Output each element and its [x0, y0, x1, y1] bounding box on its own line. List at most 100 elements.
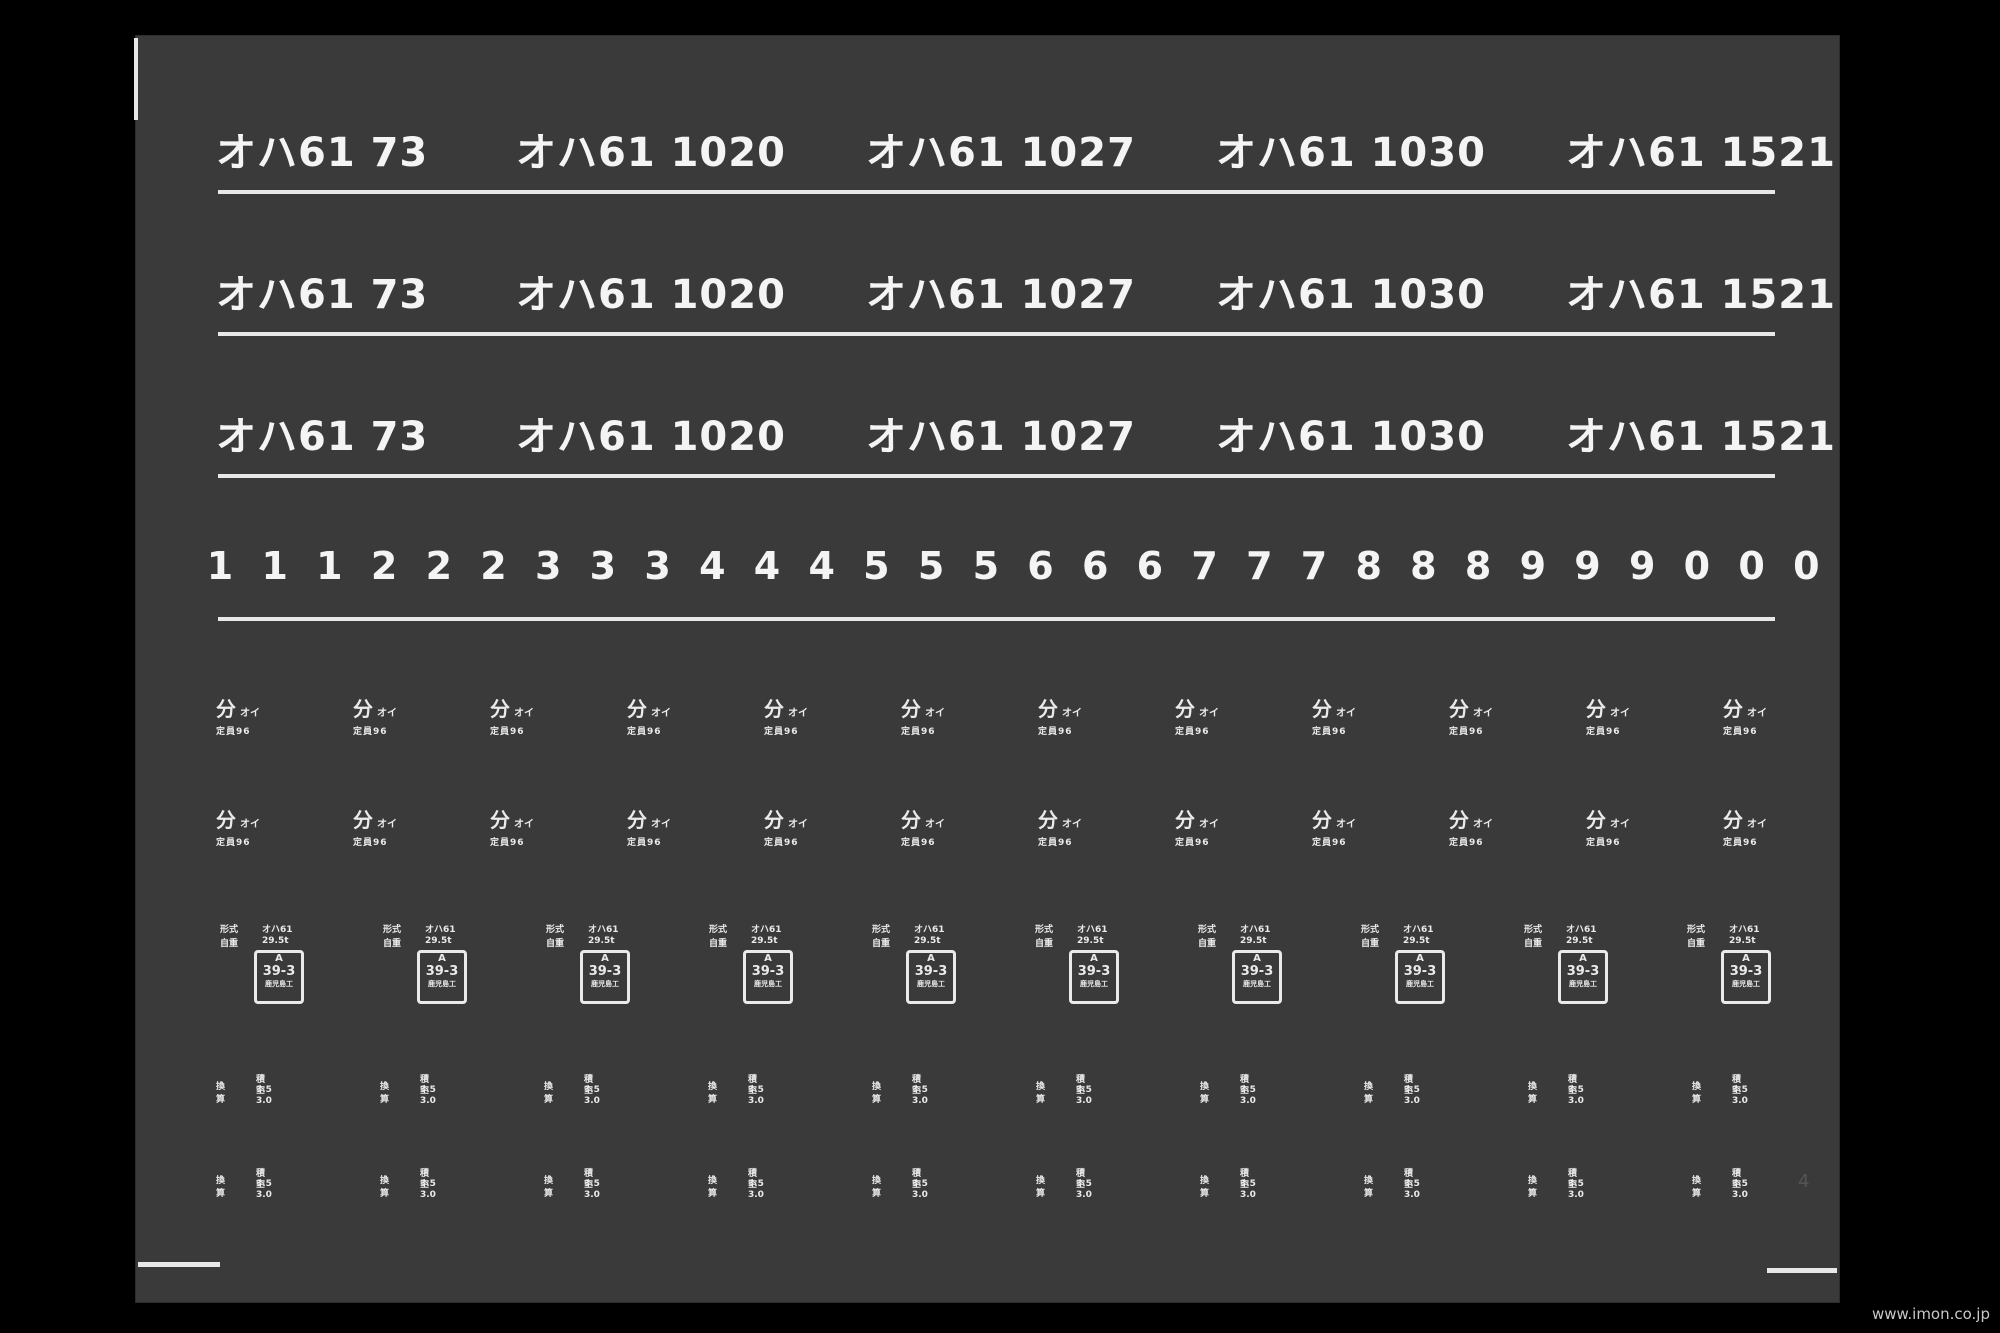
brake-label: 換算: [1200, 1082, 1210, 1105]
capacity-kana: オイ: [514, 708, 534, 719]
capacity-mark: 分オイ定員96: [1723, 804, 1767, 848]
digit-glyph: 6: [1136, 544, 1164, 588]
capacity-sub: 定員96: [1586, 838, 1621, 848]
inspection-type-label: 形式: [220, 925, 239, 935]
capacity-mark: 分オイ 定員96: [1586, 693, 1630, 737]
capacity-mark: 分オイ 定員96: [490, 693, 534, 737]
capacity-kanji: 分: [627, 808, 647, 832]
inspection-weight-value: 29.5t: [751, 936, 778, 946]
inspection-mark: 形式 オハ61 自重 29.5t A 39-3 鹿児島工: [709, 922, 799, 1012]
capacity-mark: 分オイ 定員96: [901, 693, 945, 737]
digit-glyph: 6: [1081, 544, 1109, 588]
capacity-kanji: 分: [901, 697, 921, 721]
brake-label: 換算: [216, 1176, 226, 1199]
separator-rule: [218, 617, 1775, 621]
capacity-mark: 分オイ 定員96: [627, 804, 671, 848]
capacity-kanji: 分: [353, 808, 373, 832]
capacity-kana: オイ: [925, 708, 945, 719]
capacity-sub: 定員96: [1723, 838, 1758, 848]
capacity-mark: 分オイ定員96: [1586, 804, 1630, 848]
digit-glyph: 0: [1738, 544, 1765, 588]
capacity-kanji: 分: [627, 697, 647, 721]
inspection-box: A 39-3 鹿児島工: [580, 950, 630, 1004]
separator-rule: [218, 190, 1775, 194]
capacity-mark: 分オイ 定員96: [1038, 804, 1082, 848]
inspection-box-mid: 39-3: [1240, 964, 1274, 979]
brake-value-empty: 空 3.0: [912, 1086, 928, 1106]
brake-label: 換算: [708, 1176, 718, 1199]
capacity-kana: オイ: [1062, 708, 1082, 719]
number-plate: オハ61 1521: [1566, 130, 1836, 176]
capacity-kana: オイ: [1747, 819, 1767, 830]
capacity-sub: 定員96: [901, 838, 936, 848]
capacity-sub: 定員96: [1038, 727, 1073, 737]
watermark: www.imon.co.jp: [1871, 1305, 1990, 1323]
brake-label: 換算: [544, 1082, 554, 1105]
digit-glyph: 7: [1191, 544, 1218, 588]
brake-value-empty: 空 3.0: [256, 1086, 272, 1106]
inspection-box-mid: 39-3: [1077, 964, 1111, 979]
brake-value-empty: 空 3.0: [1568, 1180, 1584, 1200]
capacity-sub: 定員96: [1586, 727, 1621, 737]
capacity-sub: 定員96: [490, 727, 525, 737]
number-plate: オハ61 73: [216, 272, 429, 318]
capacity-kanji: 分: [1586, 697, 1606, 721]
inspection-mark: 形式 オハ61 自重 29.5t A 39-3 鹿児島工: [1687, 922, 1777, 1012]
digit-glyph: 9: [1628, 544, 1656, 588]
inspection-box: A 39-3 鹿児島工: [906, 950, 956, 1004]
capacity-mark: 分オイ 定員96: [764, 804, 808, 848]
digit-glyph: 3: [644, 544, 671, 588]
capacity-kanji: 分: [1723, 808, 1743, 832]
brake-value-empty: 空 3.0: [584, 1086, 600, 1106]
brake-label: 換算: [1528, 1082, 1538, 1105]
inspection-box-bottom: 鹿児島工: [1243, 980, 1271, 988]
capacity-kana: オイ: [788, 708, 808, 719]
corner-mark-bottom-left: [138, 1262, 220, 1267]
capacity-kana: オイ: [240, 708, 260, 719]
inspection-type-label: 形式: [1035, 925, 1054, 935]
number-plate: オハ61 73: [216, 130, 429, 176]
inspection-box-mid: 39-3: [751, 964, 785, 979]
capacity-kana: オイ: [377, 708, 397, 719]
capacity-mark: 分オイ 定員96: [901, 804, 945, 848]
capacity-kanji: 分: [490, 808, 510, 832]
capacity-kana: オイ: [1610, 819, 1630, 830]
capacity-mark: 分オイ 定員96: [216, 804, 260, 848]
capacity-kanji: 分: [353, 697, 373, 721]
inspection-box-bottom: 鹿児島工: [591, 980, 619, 988]
capacity-kana: オイ: [1336, 708, 1356, 719]
brake-label: 換算: [1364, 1176, 1374, 1199]
brake-label: 換算: [1528, 1176, 1538, 1199]
inspection-weight-label: 自重: [1198, 939, 1217, 949]
capacity-kanji: 分: [216, 808, 236, 832]
brake-label: 換算: [872, 1082, 882, 1105]
brake-label: 換算: [380, 1176, 390, 1199]
inspection-mark: 形式 オハ61 自重 29.5t A 39-3 鹿児島工: [1524, 922, 1614, 1012]
inspection-type-value: オハ61: [588, 925, 619, 935]
digit-glyph: 3: [589, 544, 617, 588]
brake-label: 換算: [380, 1082, 390, 1105]
inspection-type-value: オハ61: [425, 925, 456, 935]
inspection-box-bottom: 鹿児島工: [1080, 980, 1108, 988]
capacity-mark: 分オイ 定員96: [490, 804, 534, 848]
capacity-sub: 定員96: [1449, 727, 1484, 737]
capacity-mark: 分オイ 定員96: [764, 693, 808, 737]
inspection-weight-value: 29.5t: [262, 936, 289, 946]
brake-label: 換算: [216, 1082, 226, 1105]
number-plate: オハ61 1030: [1216, 414, 1486, 460]
brake-label: 換算: [544, 1176, 554, 1199]
inspection-type-value: オハ61: [1403, 925, 1434, 935]
inspection-mark: 形式 オハ61 自重 29.5t A 39-3 鹿児島工: [872, 922, 962, 1012]
capacity-mark: 分オイ 定員96: [1449, 693, 1493, 737]
capacity-kana: オイ: [240, 819, 260, 830]
brake-value-empty: 空 3.0: [748, 1086, 764, 1106]
capacity-kanji: 分: [764, 697, 784, 721]
number-plate: オハ61 73: [216, 414, 429, 460]
capacity-sub: 定員96: [1038, 838, 1073, 848]
capacity-sub: 定員96: [1723, 727, 1758, 737]
capacity-kanji: 分: [1312, 697, 1332, 721]
capacity-sub: 定員96: [353, 727, 388, 737]
capacity-kanji: 分: [1586, 808, 1606, 832]
brake-value-empty: 空 3.0: [1404, 1180, 1420, 1200]
inspection-weight-label: 自重: [546, 939, 565, 949]
